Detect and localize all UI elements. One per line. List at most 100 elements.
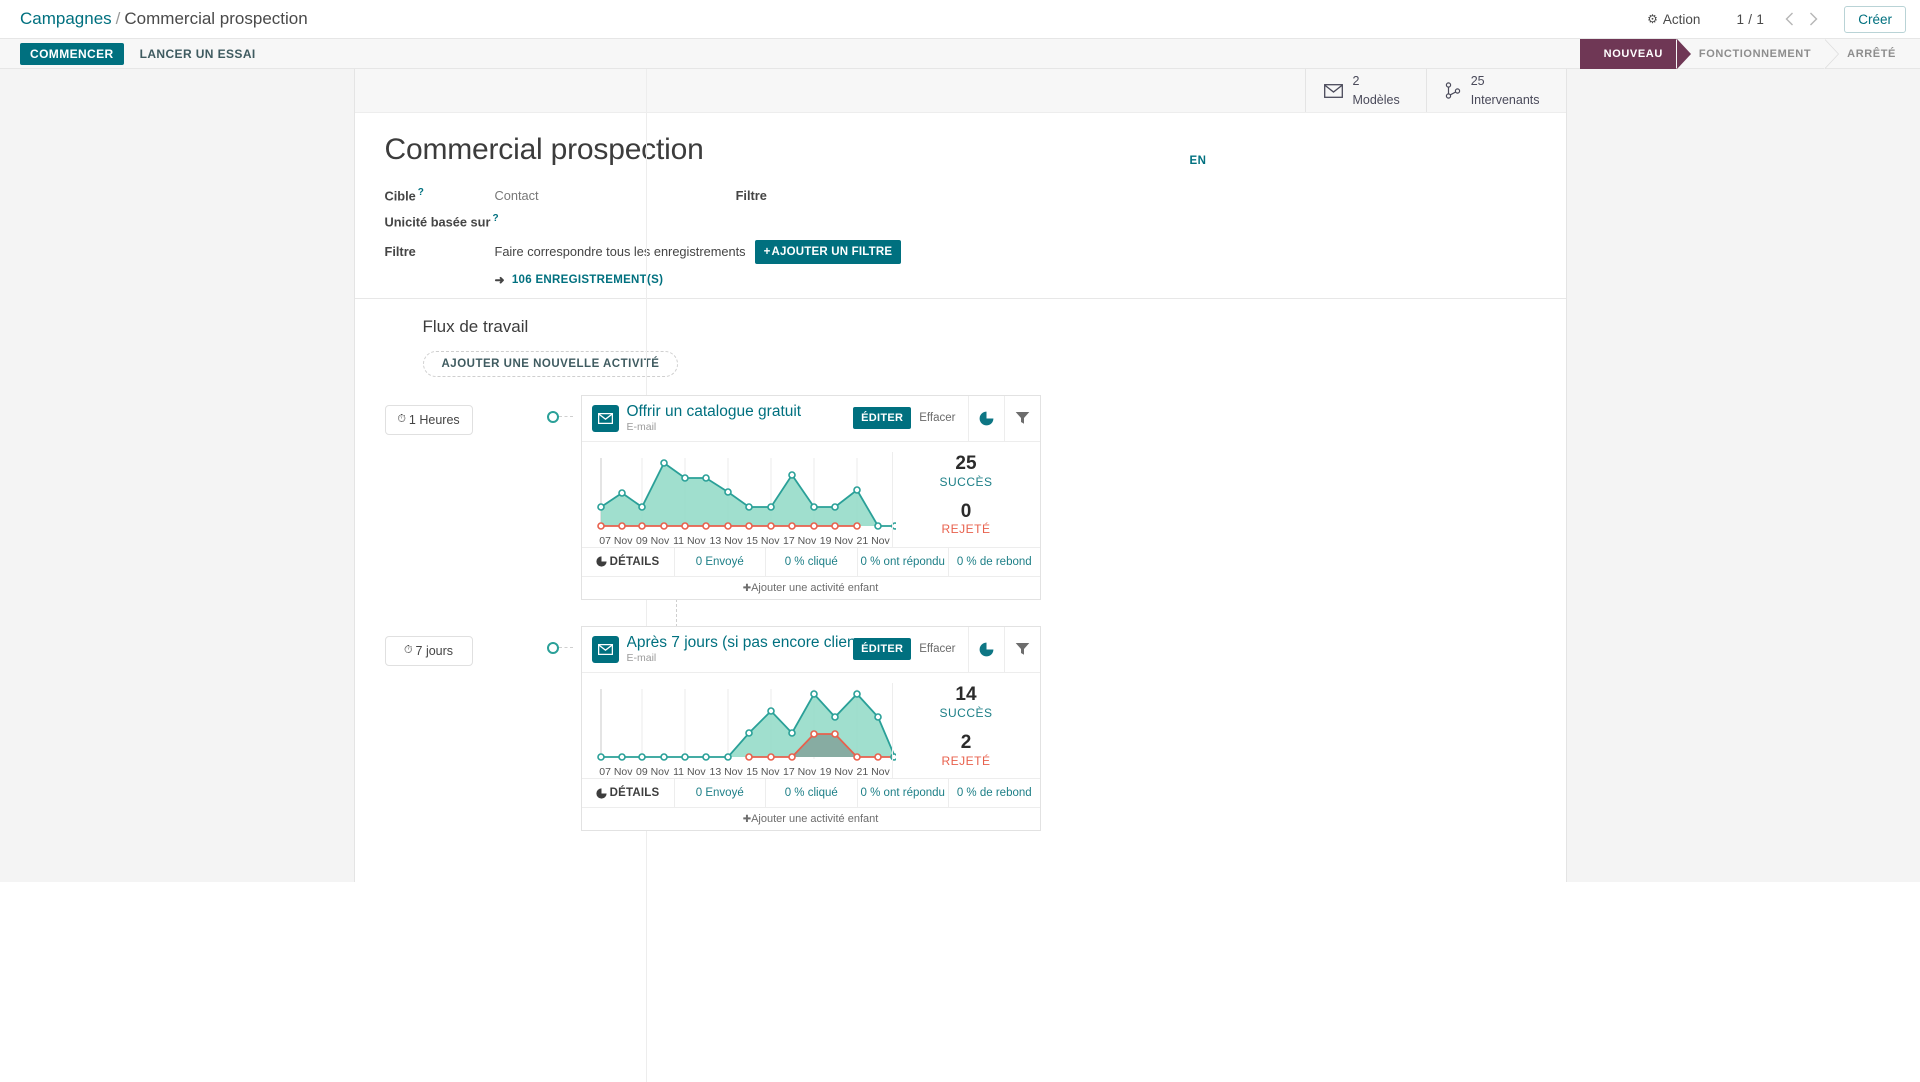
activity-2-success-count: 14 bbox=[955, 684, 977, 706]
xtick: 09 Nov bbox=[635, 534, 670, 547]
activity-1-stats: 25 SUCCÈS 0 REJETÉ bbox=[891, 451, 1040, 547]
activity-1-header: Offrir un catalogue gratuit E-mail ÉDITE… bbox=[581, 395, 1040, 442]
field-row-cible: Cible? Contact Filtre bbox=[385, 187, 1566, 203]
status-step-nouveau[interactable]: NOUVEAU bbox=[1579, 38, 1692, 69]
activity-1-metric-replied[interactable]: 0 % ont répondu bbox=[856, 547, 949, 576]
activity-2-chart-xlabels: 07 Nov 09 Nov 11 Nov 13 Nov 15 Nov 17 No… bbox=[596, 766, 892, 778]
activity-2-funnel-icon[interactable] bbox=[1003, 626, 1040, 672]
activity-1-pie-chart-icon[interactable] bbox=[967, 395, 1004, 441]
xtick: 17 Nov bbox=[782, 534, 817, 547]
workflow-rows: ⏱ 1 Heures Offrir un catalogue gratuit E… bbox=[355, 394, 1566, 832]
activity-2-metric-replied[interactable]: 0 % ont répondu bbox=[856, 778, 949, 808]
pie-chart-small-icon bbox=[596, 556, 607, 567]
chevron-left-icon[interactable] bbox=[1778, 8, 1800, 30]
pie-chart-small-icon bbox=[596, 787, 607, 799]
xtick: 19 Nov bbox=[819, 765, 854, 778]
xtick: 17 Nov bbox=[782, 765, 817, 778]
stat-button-modeles[interactable]: 2 Modèles bbox=[1305, 69, 1426, 112]
activity-1-rejected-label: REJETÉ bbox=[941, 522, 991, 537]
activity-2-stats: 14 SUCCÈS 2 REJETÉ bbox=[891, 682, 1040, 778]
activity-1-interval-label: 1 Heures bbox=[408, 412, 460, 427]
gear-icon: ⚙ bbox=[1647, 12, 1658, 26]
activity-1-metric-clicked[interactable]: 0 % cliqué bbox=[765, 547, 857, 576]
field-label-unicite-text: Unicité basée sur bbox=[384, 214, 491, 230]
field-value-cible[interactable]: Contact bbox=[495, 188, 539, 203]
activity-1-edit-button[interactable]: ÉDITER bbox=[853, 407, 912, 430]
workflow-row-1: ⏱ 1 Heures Offrir un catalogue gratuit E… bbox=[355, 394, 1566, 600]
xtick: 07 Nov bbox=[599, 765, 633, 778]
add-new-activity-button[interactable]: AJOUTER UNE NOUVELLE ACTIVITÉ bbox=[422, 350, 679, 377]
email-icon bbox=[591, 404, 619, 432]
activity-1-erase-button[interactable]: Effacer bbox=[911, 407, 963, 429]
arrow-right-icon: ➜ bbox=[494, 272, 505, 287]
activity-2-chart-svg bbox=[596, 688, 896, 761]
activity-2-metric-sent[interactable]: 0 Envoyé bbox=[673, 778, 766, 808]
activity-1-success-label: SUCCÈS bbox=[939, 474, 993, 489]
help-icon-unicite[interactable]: ? bbox=[492, 213, 498, 224]
help-icon-cible[interactable]: ? bbox=[418, 187, 424, 198]
activity-2-header-actions: ÉDITER Effacer bbox=[853, 627, 967, 672]
activity-card-1: Offrir un catalogue gratuit E-mail ÉDITE… bbox=[580, 394, 1041, 600]
status-step-fonctionnement[interactable]: FONCTIONNEMENT bbox=[1675, 38, 1825, 69]
status-step-arrete[interactable]: ARRÊTÉ bbox=[1824, 38, 1920, 69]
activity-1-details-button[interactable]: DÉTAILS bbox=[582, 548, 674, 576]
field-row-filtre: Filtre Faire correspondre tous les enreg… bbox=[384, 239, 1566, 287]
xtick: 21 Nov bbox=[856, 534, 890, 547]
records-link[interactable]: ➜ 106 ENREGISTREMENT(S) bbox=[495, 273, 902, 287]
field-label-filtre-right: Filtre bbox=[735, 188, 767, 204]
chevron-right-icon[interactable] bbox=[1802, 8, 1824, 30]
activity-1-rejected-count: 0 bbox=[960, 500, 972, 522]
activity-2-metric-bounced[interactable]: 0 % de rebond bbox=[948, 778, 1040, 808]
record-pager: 1 / 1 bbox=[1736, 8, 1824, 30]
activity-1-connector bbox=[558, 415, 573, 417]
activity-2-edit-button[interactable]: ÉDITER bbox=[853, 638, 912, 661]
activity-2-success-label: SUCCÈS bbox=[939, 705, 993, 720]
stat-button-intervenants-label: Intervenants bbox=[1470, 92, 1540, 107]
activity-2-erase-button[interactable]: Effacer bbox=[911, 638, 963, 660]
filter-line: Faire correspondre tous les enregistreme… bbox=[495, 239, 902, 264]
activity-2-details-button[interactable]: DÉTAILS bbox=[582, 779, 674, 807]
field-label-cible-text: Cible bbox=[384, 188, 416, 204]
activity-2-pie-chart-icon[interactable] bbox=[967, 626, 1004, 672]
activity-1-metric-sent[interactable]: 0 Envoyé bbox=[673, 547, 766, 576]
activity-1-funnel-icon[interactable] bbox=[1003, 395, 1040, 441]
top-breadcrumb-bar: Campagnes / Commercial prospection ⚙ Actio… bbox=[0, 0, 1920, 39]
workflow-title: Flux de travail bbox=[422, 316, 529, 336]
activity-2-connector bbox=[558, 646, 573, 648]
xtick: 15 Nov bbox=[746, 534, 780, 547]
activity-1-metric-bounced[interactable]: 0 % de rebond bbox=[948, 547, 1040, 576]
activity-1-chart: 07 Nov 09 Nov 11 Nov 13 Nov 15 Nov 17 No… bbox=[582, 452, 896, 547]
field-label-filtre: Filtre bbox=[384, 244, 416, 260]
field-row-unicite: Unicité basée sur? bbox=[385, 213, 1566, 229]
activity-1-chart-svg bbox=[596, 457, 896, 530]
pager-count: 1 / 1 bbox=[1736, 11, 1765, 27]
activity-2-rejected-count: 2 bbox=[960, 731, 972, 753]
activity-card-2: Après 7 jours (si pas encore clients) E-… bbox=[580, 625, 1041, 832]
add-filter-button[interactable]: + AJOUTER UN FILTRE bbox=[754, 239, 902, 264]
action-menu-label: Action bbox=[1662, 11, 1701, 27]
action-menu-button[interactable]: ⚙ Action bbox=[1637, 8, 1710, 31]
activity-2-metric-clicked[interactable]: 0 % cliqué bbox=[765, 778, 857, 808]
activity-2-title[interactable]: Après 7 jours (si pas encore clients) bbox=[627, 635, 854, 651]
launch-test-button[interactable]: LANCER UN ESSAI bbox=[130, 43, 266, 65]
activity-1-title[interactable]: Offrir un catalogue gratuit bbox=[627, 404, 854, 420]
activity-1-body: 07 Nov 09 Nov 11 Nov 13 Nov 15 Nov 17 No… bbox=[582, 442, 1040, 547]
start-button[interactable]: COMMENCER bbox=[20, 42, 124, 65]
plus-icon: + bbox=[763, 245, 771, 258]
stat-buttons-row: 2 Modèles 25 Intervenants bbox=[354, 69, 1566, 113]
activity-2-chart: 07 Nov 09 Nov 11 Nov 13 Nov 15 Nov 17 No… bbox=[582, 683, 896, 778]
activity-1-add-child-button[interactable]: ✚Ajouter une activité enfant bbox=[581, 575, 1040, 599]
activity-2-header: Après 7 jours (si pas encore clients) E-… bbox=[581, 626, 1040, 673]
xtick: 15 Nov bbox=[746, 765, 780, 778]
activity-1-interval[interactable]: ⏱ 1 Heures bbox=[384, 404, 473, 435]
activity-2-add-child-button[interactable]: ✚Ajouter une activité enfant bbox=[581, 807, 1040, 831]
activity-2-titles: Après 7 jours (si pas encore clients) E-… bbox=[627, 627, 854, 672]
language-badge[interactable]: EN bbox=[1190, 155, 1207, 167]
breadcrumb-root-link[interactable]: Campagnes bbox=[20, 9, 112, 28]
status-bar: NOUVEAU FONCTIONNEMENT ARRÊTÉ bbox=[1579, 38, 1920, 69]
stat-button-intervenants[interactable]: 25 Intervenants bbox=[1425, 69, 1566, 112]
workflow-row-2: ⏱ 7 jours Après 7 jours (si pas encore c… bbox=[355, 625, 1566, 832]
activity-2-rejected-label: REJETÉ bbox=[941, 753, 991, 768]
create-button[interactable]: Créer bbox=[1844, 5, 1906, 33]
activity-2-interval[interactable]: ⏱ 7 jours bbox=[384, 635, 473, 666]
